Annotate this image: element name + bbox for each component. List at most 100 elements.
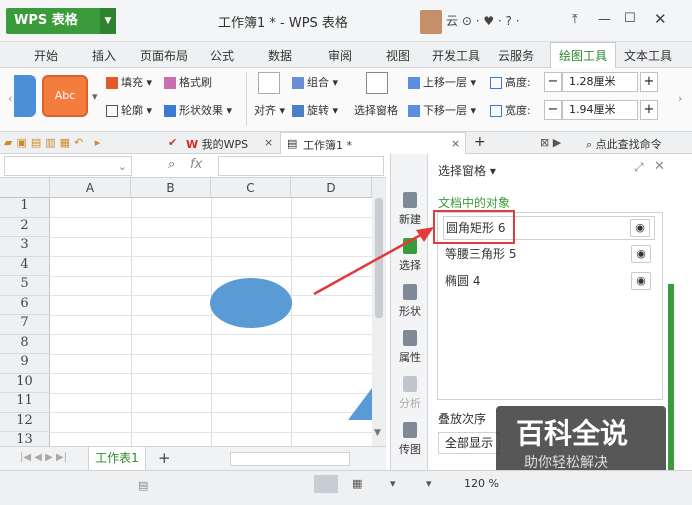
- send-backward-button[interactable]: 下移一层 ▾: [408, 102, 476, 118]
- bring-forward-button[interactable]: 上移一层 ▾: [408, 74, 476, 90]
- restore-icon[interactable]: ⤒: [572, 12, 578, 27]
- sidebar-item-properties[interactable]: 属性: [391, 330, 429, 365]
- scroll-right-icon[interactable]: ›: [678, 92, 682, 105]
- width-decrease-button[interactable]: −: [544, 100, 562, 120]
- tab-mywps-close[interactable]: ×: [264, 136, 273, 149]
- sheet-tab[interactable]: 工作表1: [88, 447, 146, 471]
- style-swatch-blue[interactable]: [14, 75, 36, 117]
- style-swatch-orange[interactable]: Abc: [42, 75, 88, 117]
- app-menu-button[interactable]: WPS 表格 ▼: [6, 8, 116, 34]
- outline-button[interactable]: 轮廓 ▾: [106, 102, 152, 118]
- row-header[interactable]: 13: [0, 432, 50, 446]
- maximize-button[interactable]: ☐: [624, 11, 636, 26]
- doc-icons[interactable]: ⊠ ▶: [540, 136, 561, 149]
- row-header[interactable]: 10: [0, 373, 50, 393]
- show-all-button[interactable]: 全部显示: [438, 432, 500, 454]
- menu-insert[interactable]: 插入: [92, 47, 116, 64]
- title-controls[interactable]: 云 ⊙ · ♥ · ? ·: [446, 12, 520, 29]
- group-button[interactable]: 组合 ▾: [292, 74, 338, 90]
- toolbar-icons[interactable]: ⊙ · ♥ · ? ·: [462, 14, 520, 28]
- column-header-b[interactable]: B: [131, 178, 211, 198]
- add-sheet-button[interactable]: +: [158, 449, 171, 467]
- rotate-button[interactable]: 旋转 ▾: [292, 102, 338, 118]
- horizontal-scrollbar[interactable]: [230, 452, 350, 466]
- menu-cloud[interactable]: 云服务: [498, 47, 534, 64]
- pane-close-icon[interactable]: ✕: [654, 159, 665, 174]
- scroll-left-icon[interactable]: ‹: [8, 92, 12, 105]
- tab-workbook[interactable]: ▤ 工作簿1 * ×: [280, 132, 466, 154]
- new-tab-button[interactable]: +: [474, 134, 486, 150]
- menu-page-layout[interactable]: 页面布局: [140, 47, 188, 64]
- zoom-search-icon[interactable]: ⌕: [168, 157, 175, 172]
- menu-view[interactable]: 视图: [386, 47, 410, 64]
- scroll-down-icon[interactable]: ▼: [374, 428, 381, 438]
- width-input[interactable]: 1.94厘米: [562, 100, 638, 120]
- command-search[interactable]: ⌕ 点此查找命令: [586, 136, 662, 152]
- row-header[interactable]: 8: [0, 334, 50, 354]
- column-header-a[interactable]: A: [50, 178, 131, 198]
- row-header[interactable]: 11: [0, 393, 50, 413]
- row-header[interactable]: 1: [0, 198, 50, 218]
- width-increase-button[interactable]: +: [640, 100, 658, 120]
- menu-developer[interactable]: 开发工具: [432, 47, 480, 64]
- format-painter-button[interactable]: 格式刷: [164, 74, 212, 90]
- selection-pane-button[interactable]: 选择窗格: [354, 102, 398, 118]
- object-item-triangle[interactable]: 等腰三角形 5 ◉: [443, 243, 655, 267]
- ellipse-shape[interactable]: [210, 278, 292, 328]
- fill-button[interactable]: 填充 ▾: [106, 74, 152, 90]
- menu-formula[interactable]: 公式: [210, 47, 234, 64]
- menu-drawing-tools[interactable]: 绘图工具: [550, 42, 617, 68]
- page-break-view-button[interactable]: ▾: [390, 477, 396, 490]
- column-header-d[interactable]: D: [291, 178, 372, 198]
- triangle-shape[interactable]: [348, 388, 372, 424]
- row-header[interactable]: 6: [0, 295, 50, 315]
- sidebar-item-analyze[interactable]: 分析: [391, 376, 429, 411]
- close-button[interactable]: ✕: [654, 10, 667, 28]
- zoom-level[interactable]: 120 %: [464, 477, 499, 490]
- tab-mywps[interactable]: W 我的WPS: [186, 136, 248, 152]
- row-header[interactable]: 2: [0, 217, 50, 237]
- spreadsheet-grid[interactable]: A B C D 1 2 3 4 5 6 7 8 9 10 11 12 13: [0, 178, 372, 446]
- status-icon[interactable]: ▤: [138, 479, 148, 492]
- column-header-c[interactable]: C: [211, 178, 291, 198]
- height-increase-button[interactable]: +: [640, 72, 658, 92]
- sheet-nav[interactable]: |◀ ◀ ▶ ▶|: [20, 452, 67, 463]
- row-header[interactable]: 4: [0, 256, 50, 276]
- minimize-button[interactable]: —: [598, 12, 611, 27]
- sidebar-item-upload[interactable]: 传图: [391, 422, 429, 457]
- pane-dock-icon[interactable]: ⤢: [634, 160, 644, 175]
- formula-input[interactable]: [218, 156, 384, 176]
- menu-text-tools[interactable]: 文本工具: [624, 47, 672, 64]
- menu-home[interactable]: 开始: [34, 47, 58, 64]
- shape-effects-button[interactable]: 形状效果 ▾: [164, 102, 232, 118]
- reading-view-button[interactable]: ▾: [426, 477, 432, 490]
- row-header[interactable]: 9: [0, 354, 50, 374]
- eye-icon[interactable]: ◉: [630, 219, 650, 237]
- style-more-icon[interactable]: ▾: [92, 90, 98, 103]
- row-header[interactable]: 12: [0, 412, 50, 432]
- tab-workbook-close[interactable]: ×: [451, 137, 460, 150]
- menu-data[interactable]: 数据: [268, 47, 292, 64]
- pane-title[interactable]: 选择窗格 ▾: [438, 162, 496, 179]
- vertical-scrollbar[interactable]: ▼: [372, 178, 386, 446]
- pin-icon[interactable]: ✔: [168, 136, 177, 149]
- object-item-ellipse[interactable]: 椭圆 4 ◉: [443, 270, 655, 294]
- row-header[interactable]: 5: [0, 276, 50, 296]
- pane-edge-handle[interactable]: [668, 284, 674, 470]
- eye-icon[interactable]: ◉: [631, 245, 651, 263]
- row-header[interactable]: 7: [0, 315, 50, 335]
- fx-button[interactable]: fx: [190, 157, 202, 172]
- height-input[interactable]: 1.28厘米: [562, 72, 638, 92]
- avatar[interactable]: [420, 10, 442, 34]
- page-layout-view-button[interactable]: ▦: [352, 477, 362, 490]
- align-button[interactable]: 对齐 ▾: [254, 102, 285, 118]
- select-all-corner[interactable]: [0, 178, 50, 198]
- height-decrease-button[interactable]: −: [544, 72, 562, 92]
- menu-review[interactable]: 审阅: [328, 47, 352, 64]
- selection-pane-icon[interactable]: [366, 72, 388, 94]
- align-icon[interactable]: [258, 72, 280, 94]
- row-header[interactable]: 3: [0, 237, 50, 257]
- quick-access-icons[interactable]: ▰▣▤▥▦↶ ▸: [4, 136, 104, 149]
- name-box[interactable]: ⌄: [4, 156, 132, 176]
- eye-icon[interactable]: ◉: [631, 272, 651, 290]
